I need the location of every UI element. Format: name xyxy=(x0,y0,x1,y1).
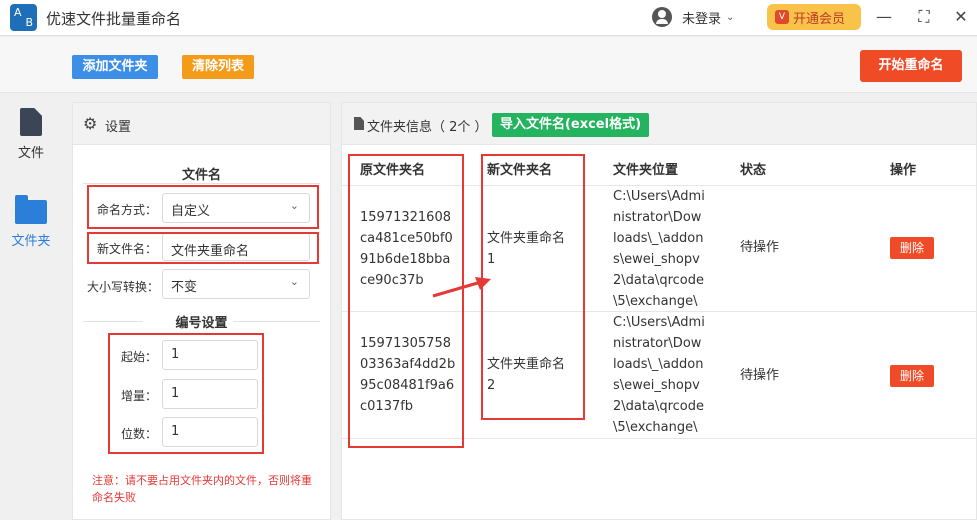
app-logo-letter-a: A xyxy=(14,6,22,19)
user-menu[interactable]: 未登录 ⌄ xyxy=(652,6,734,28)
case-select[interactable]: 不变 ⌄ xyxy=(162,269,310,299)
chevron-down-icon: ⌄ xyxy=(726,11,735,23)
settings-panel: ⚙ 设置 文件名 命名方式： 自定义 ⌄ 新文件名： 文件夹重命名 大小写转换：… xyxy=(72,102,331,520)
user-avatar-icon xyxy=(652,7,672,27)
folder-info-header: 文件夹信息（ 2个 ） 导入文件名(excel格式) xyxy=(342,103,976,145)
divider xyxy=(83,321,143,322)
folder-icon xyxy=(15,195,47,224)
maximize-icon[interactable]: ⛶ xyxy=(913,6,935,28)
toolbar: 添加文件夹 清除列表 开始重命名 xyxy=(0,37,977,93)
settings-title: 设置 xyxy=(105,120,132,135)
minimize-icon[interactable]: — xyxy=(873,6,895,28)
annotation-box xyxy=(481,154,585,420)
annotation-box xyxy=(87,232,319,264)
nav-folder-label: 文件夹 xyxy=(11,234,51,249)
warning-note: 注意：请不要占用文件夹内的文件，否则将重命名失败 xyxy=(92,474,312,504)
login-status: 未登录 xyxy=(682,11,722,27)
start-rename-button[interactable]: 开始重命名 xyxy=(860,50,962,82)
case-value: 不变 xyxy=(171,280,198,295)
cell-status: 待操作 xyxy=(740,368,780,383)
vip-label: 开通会员 xyxy=(793,11,846,27)
gear-icon: ⚙ xyxy=(83,114,98,133)
clear-list-button[interactable]: 清除列表 xyxy=(182,55,254,79)
settings-header: ⚙ 设置 xyxy=(73,103,330,145)
annotation-box xyxy=(348,154,464,448)
filename-section-title: 文件名 xyxy=(181,168,221,183)
divider xyxy=(83,183,320,184)
import-filenames-button[interactable]: 导入文件名(excel格式) xyxy=(492,113,649,137)
left-nav: 文件 文件夹 xyxy=(0,94,62,520)
close-icon[interactable]: ✕ xyxy=(950,6,972,28)
add-folder-button[interactable]: 添加文件夹 xyxy=(72,55,158,79)
column-header-action: 操作 xyxy=(890,163,917,178)
vip-icon: V xyxy=(775,10,789,24)
app-logo-letter-b: B xyxy=(25,16,33,29)
annotation-box xyxy=(108,333,264,454)
app-title: 优速文件批量重命名 xyxy=(46,10,182,28)
annotation-box xyxy=(87,185,319,229)
vip-button[interactable]: V 开通会员 xyxy=(767,4,861,30)
file-icon xyxy=(20,108,42,136)
cell-location: C:\Users\Admi nistrator\Dow loads\_\addo… xyxy=(613,315,705,435)
document-icon xyxy=(354,117,364,130)
nav-item-folder[interactable]: 文件夹 xyxy=(0,195,62,249)
chevron-down-icon: ⌄ xyxy=(289,275,299,288)
column-header-location: 文件夹位置 xyxy=(613,163,679,178)
cell-location: C:\Users\Admi nistrator\Dow loads\_\addo… xyxy=(613,189,705,309)
title-bar: A B 优速文件批量重命名 未登录 ⌄ V 开通会员 — ⛶ ✕ xyxy=(0,0,977,36)
nav-item-file[interactable]: 文件 xyxy=(0,108,62,161)
folder-info-panel: 文件夹信息（ 2个 ） 导入文件名(excel格式) 原文件夹名 新文件夹名 文… xyxy=(341,102,977,520)
case-label: 大小写转换： xyxy=(86,280,159,294)
delete-button[interactable]: 删除 xyxy=(890,237,934,259)
delete-button[interactable]: 删除 xyxy=(890,365,934,387)
annotation-arrow-icon xyxy=(432,277,491,298)
app-logo: A B xyxy=(10,4,37,31)
cell-status: 待操作 xyxy=(740,240,780,255)
divider xyxy=(233,321,320,322)
column-header-status: 状态 xyxy=(740,163,767,178)
folder-info-title: 文件夹信息（ 2个 ） xyxy=(367,120,488,135)
nav-file-label: 文件 xyxy=(17,146,44,161)
